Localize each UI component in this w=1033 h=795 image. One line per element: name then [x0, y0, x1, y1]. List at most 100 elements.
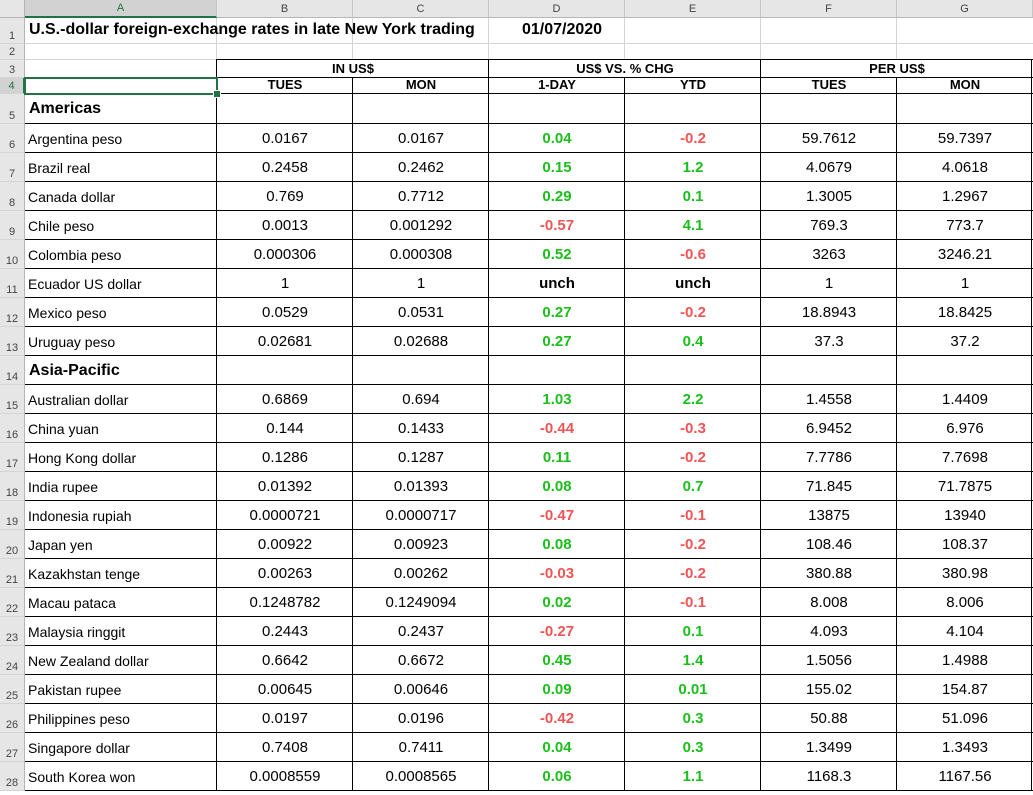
value-cell-pct-chg-1day[interactable]: -0.57 — [489, 211, 625, 240]
currency-name-cell[interactable]: Japan yen — [25, 530, 217, 559]
currency-name-cell[interactable]: Canada dollar — [25, 182, 217, 211]
value-cell-per-usd-tues[interactable]: 37.3 — [761, 327, 897, 356]
value-cell-in-usd-tues[interactable]: 1 — [217, 269, 353, 298]
value-cell-in-usd-tues[interactable]: 0.0197 — [217, 704, 353, 733]
value-cell-per-usd-tues[interactable]: 50.88 — [761, 704, 897, 733]
value-cell-pct-chg-ytd[interactable]: -0.1 — [625, 501, 761, 530]
value-cell-pct-chg-1day[interactable]: -0.27 — [489, 617, 625, 646]
value-cell-pct-chg-1day[interactable]: 0.02 — [489, 588, 625, 617]
currency-name-cell[interactable]: Mexico peso — [25, 298, 217, 327]
value-cell-pct-chg-ytd[interactable]: 0.7 — [625, 472, 761, 501]
currency-name-cell[interactable]: Philippines peso — [25, 704, 217, 733]
value-cell-per-usd-mon[interactable]: 7.7698 — [897, 443, 1033, 472]
value-cell-per-usd-mon[interactable]: 1.4409 — [897, 385, 1033, 414]
value-cell-per-usd-mon[interactable]: 380.98 — [897, 559, 1033, 588]
select-all-corner[interactable] — [0, 0, 25, 18]
row-header[interactable]: 19 — [0, 501, 25, 530]
value-cell-pct-chg-1day[interactable]: 0.04 — [489, 733, 625, 762]
value-cell-pct-chg-1day[interactable]: 0.11 — [489, 443, 625, 472]
value-cell-per-usd-tues[interactable]: 1.4558 — [761, 385, 897, 414]
row-header[interactable]: 6 — [0, 124, 25, 153]
value-cell-in-usd-mon[interactable]: 0.7411 — [353, 733, 489, 762]
row-header[interactable]: 22 — [0, 588, 25, 617]
row-header[interactable]: 7 — [0, 153, 25, 182]
value-cell-in-usd-mon[interactable]: 0.7712 — [353, 182, 489, 211]
value-cell-per-usd-tues[interactable]: 380.88 — [761, 559, 897, 588]
value-cell-per-usd-tues[interactable]: 13875 — [761, 501, 897, 530]
row-header[interactable]: 25 — [0, 675, 25, 704]
value-cell-per-usd-mon[interactable]: 37.2 — [897, 327, 1033, 356]
currency-name-cell[interactable]: Kazakhstan tenge — [25, 559, 217, 588]
value-cell-pct-chg-ytd[interactable]: 2.2 — [625, 385, 761, 414]
currency-name-cell[interactable]: Pakistan rupee — [25, 675, 217, 704]
value-cell-pct-chg-1day[interactable]: 0.27 — [489, 298, 625, 327]
value-cell-pct-chg-ytd[interactable]: -0.2 — [625, 559, 761, 588]
value-cell-per-usd-mon[interactable]: 4.0618 — [897, 153, 1033, 182]
value-cell-pct-chg-ytd[interactable]: -0.1 — [625, 588, 761, 617]
value-cell-pct-chg-1day[interactable]: 0.08 — [489, 472, 625, 501]
value-cell-in-usd-tues[interactable]: 0.02681 — [217, 327, 353, 356]
row-header[interactable]: 20 — [0, 530, 25, 559]
value-cell-in-usd-mon[interactable]: 0.01393 — [353, 472, 489, 501]
currency-name-cell[interactable]: Malaysia ringgit — [25, 617, 217, 646]
value-cell-pct-chg-1day[interactable]: -0.42 — [489, 704, 625, 733]
currency-name-cell[interactable]: South Korea won — [25, 762, 217, 791]
value-cell-per-usd-mon[interactable]: 773.7 — [897, 211, 1033, 240]
value-cell-in-usd-tues[interactable]: 0.01392 — [217, 472, 353, 501]
value-cell-in-usd-mon[interactable]: 0.694 — [353, 385, 489, 414]
value-cell-pct-chg-1day[interactable]: 0.45 — [489, 646, 625, 675]
value-cell-per-usd-tues[interactable]: 7.7786 — [761, 443, 897, 472]
row-header[interactable]: 15 — [0, 385, 25, 414]
value-cell-per-usd-mon[interactable]: 1.3493 — [897, 733, 1033, 762]
value-cell-pct-chg-1day[interactable]: unch — [489, 269, 625, 298]
row-header[interactable]: 2 — [0, 44, 25, 60]
row-header[interactable]: 16 — [0, 414, 25, 443]
value-cell-pct-chg-ytd[interactable]: -0.2 — [625, 124, 761, 153]
value-cell-per-usd-tues[interactable]: 6.9452 — [761, 414, 897, 443]
value-cell-pct-chg-1day[interactable]: 0.52 — [489, 240, 625, 269]
value-cell-per-usd-mon[interactable]: 51.096 — [897, 704, 1033, 733]
value-cell-pct-chg-1day[interactable]: -0.47 — [489, 501, 625, 530]
row-header[interactable]: 17 — [0, 443, 25, 472]
value-cell-in-usd-tues[interactable]: 0.00645 — [217, 675, 353, 704]
value-cell-in-usd-mon[interactable]: 0.6672 — [353, 646, 489, 675]
value-cell-in-usd-tues[interactable]: 0.6642 — [217, 646, 353, 675]
row-header[interactable]: 8 — [0, 182, 25, 211]
spreadsheet-grid[interactable]: A B C D E F G 1 2 3 4 5 6 7 8 9 10 11 12 13 14 15 16 17 18 19 20 21… — [0, 0, 1033, 795]
column-header-d[interactable]: D — [489, 0, 625, 18]
value-cell-per-usd-mon[interactable]: 71.7875 — [897, 472, 1033, 501]
value-cell-per-usd-tues[interactable]: 1.3499 — [761, 733, 897, 762]
value-cell-per-usd-tues[interactable]: 155.02 — [761, 675, 897, 704]
row-header[interactable]: 24 — [0, 646, 25, 675]
column-header-e[interactable]: E — [625, 0, 761, 18]
value-cell-in-usd-tues[interactable]: 0.6869 — [217, 385, 353, 414]
currency-name-cell[interactable]: Uruguay peso — [25, 327, 217, 356]
currency-name-cell[interactable]: India rupee — [25, 472, 217, 501]
value-cell-per-usd-tues[interactable]: 769.3 — [761, 211, 897, 240]
value-cell-pct-chg-1day[interactable]: 0.06 — [489, 762, 625, 791]
value-cell-in-usd-tues[interactable]: 0.1286 — [217, 443, 353, 472]
value-cell-in-usd-tues[interactable]: 0.0013 — [217, 211, 353, 240]
value-cell-pct-chg-ytd[interactable]: 0.3 — [625, 733, 761, 762]
value-cell-per-usd-tues[interactable]: 8.008 — [761, 588, 897, 617]
fill-handle[interactable] — [213, 90, 221, 98]
value-cell-pct-chg-ytd[interactable]: 0.1 — [625, 617, 761, 646]
row-header[interactable]: 18 — [0, 472, 25, 501]
currency-name-cell[interactable]: Hong Kong dollar — [25, 443, 217, 472]
value-cell-in-usd-mon[interactable]: 0.0000717 — [353, 501, 489, 530]
currency-name-cell[interactable]: Colombia peso — [25, 240, 217, 269]
currency-name-cell[interactable]: Macau pataca — [25, 588, 217, 617]
value-cell-in-usd-tues[interactable]: 0.0167 — [217, 124, 353, 153]
value-cell-per-usd-mon[interactable]: 59.7397 — [897, 124, 1033, 153]
value-cell-per-usd-mon[interactable]: 108.37 — [897, 530, 1033, 559]
value-cell-in-usd-mon[interactable]: 0.001292 — [353, 211, 489, 240]
value-cell-pct-chg-ytd[interactable]: 0.1 — [625, 182, 761, 211]
value-cell-per-usd-tues[interactable]: 71.845 — [761, 472, 897, 501]
value-cell-in-usd-mon[interactable]: 1 — [353, 269, 489, 298]
value-cell-per-usd-mon[interactable]: 13940 — [897, 501, 1033, 530]
currency-name-cell[interactable]: Brazil real — [25, 153, 217, 182]
value-cell-per-usd-mon[interactable]: 154.87 — [897, 675, 1033, 704]
row-header[interactable]: 4 — [0, 78, 25, 94]
value-cell-in-usd-tues[interactable]: 0.0008559 — [217, 762, 353, 791]
currency-name-cell[interactable]: Singapore dollar — [25, 733, 217, 762]
